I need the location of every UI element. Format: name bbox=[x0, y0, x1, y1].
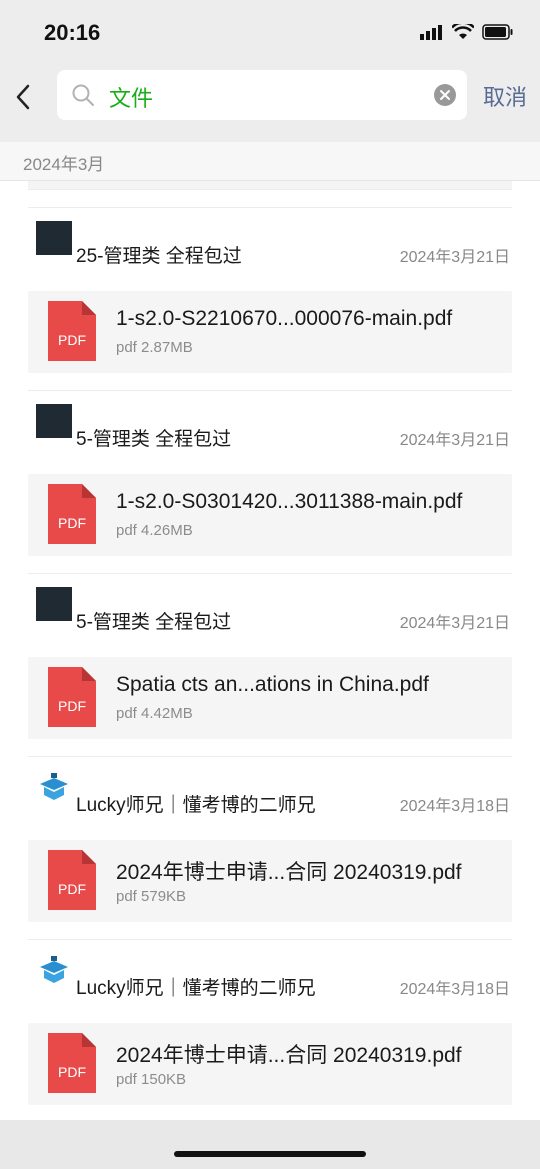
file-meta: pdf 579KB bbox=[116, 888, 187, 905]
wifi-icon bbox=[452, 24, 474, 39]
home-indicator[interactable] bbox=[174, 1151, 366, 1157]
sender-name: 5-管理类 全程包过 bbox=[76, 429, 232, 450]
list-item[interactable]: Lucky师兄｜懂考博的二师兄 2024年3月18日 PDF 2024年博士申请… bbox=[0, 939, 540, 1122]
pdf-file-icon: PDF bbox=[48, 301, 96, 361]
file-name: Spatia cts an...ations in China.pdf bbox=[116, 673, 429, 696]
file-name: 2024年博士申请...合同 20240319.pdf bbox=[116, 861, 462, 884]
bottom-bar bbox=[0, 1120, 540, 1169]
avatar[interactable] bbox=[36, 404, 72, 438]
month-section-header: 2024年3月 bbox=[0, 142, 540, 181]
chevron-left-icon bbox=[16, 84, 30, 110]
back-button[interactable] bbox=[10, 80, 38, 114]
svg-text:PDF: PDF bbox=[58, 332, 86, 348]
status-bar: 20:16 bbox=[0, 0, 540, 62]
book-logo-icon bbox=[40, 956, 68, 983]
book-logo-icon bbox=[40, 773, 68, 800]
pdf-file-icon: PDF bbox=[48, 1033, 96, 1093]
date-label: 2024年3月21日 bbox=[399, 615, 510, 632]
file-card[interactable]: PDF 2024年博士申请...合同 20240319.pdf pdf 579K… bbox=[28, 840, 512, 922]
avatar[interactable] bbox=[36, 221, 72, 255]
date-label: 2024年3月18日 bbox=[399, 798, 510, 815]
month-label: 2024年3月 bbox=[23, 155, 105, 174]
file-name: 1-s2.0-S0301420...3011388-main.pdf bbox=[116, 490, 463, 513]
sender-name: 25-管理类 全程包过 bbox=[76, 246, 242, 267]
svg-text:PDF: PDF bbox=[58, 698, 86, 714]
svg-text:PDF: PDF bbox=[58, 515, 86, 531]
sender-name: Lucky师兄｜懂考博的二师兄 bbox=[76, 795, 316, 816]
file-meta: pdf 150KB bbox=[116, 1071, 187, 1088]
date-label: 2024年3月21日 bbox=[399, 249, 510, 266]
svg-text:PDF: PDF bbox=[58, 881, 86, 897]
previous-item-stub bbox=[28, 181, 512, 190]
file-card[interactable]: PDF 2024年博士申请...合同 20240319.pdf pdf 150K… bbox=[28, 1023, 512, 1105]
divider bbox=[28, 939, 512, 940]
pdf-file-icon: PDF bbox=[48, 850, 96, 910]
pdf-file-icon: PDF bbox=[48, 667, 96, 727]
list-item[interactable]: Lucky师兄｜懂考博的二师兄 2024年3月18日 PDF 2024年博士申请… bbox=[0, 756, 540, 939]
cancel-button[interactable]: 取消 bbox=[483, 80, 527, 112]
date-label: 2024年3月18日 bbox=[399, 981, 510, 998]
divider bbox=[28, 573, 512, 574]
search-icon bbox=[72, 84, 94, 106]
divider bbox=[28, 756, 512, 757]
sender-name: 5-管理类 全程包过 bbox=[76, 612, 232, 633]
list-item[interactable]: 25-管理类 全程包过 2024年3月21日 PDF 1-s2.0-S22106… bbox=[0, 207, 540, 390]
pdf-file-icon: PDF bbox=[48, 484, 96, 544]
file-name: 2024年博士申请...合同 20240319.pdf bbox=[116, 1044, 462, 1067]
date-label: 2024年3月21日 bbox=[399, 432, 510, 449]
avatar[interactable] bbox=[36, 770, 72, 804]
file-card[interactable]: PDF 1-s2.0-S0301420...3011388-main.pdf p… bbox=[28, 474, 512, 556]
signal-icon bbox=[420, 25, 442, 40]
sender-name: Lucky师兄｜懂考博的二师兄 bbox=[76, 978, 316, 999]
clear-icon[interactable] bbox=[433, 83, 457, 107]
file-card[interactable]: PDF Spatia cts an...ations in China.pdf … bbox=[28, 657, 512, 739]
file-card[interactable]: PDF 1-s2.0-S2210670...000076-main.pdf pd… bbox=[28, 291, 512, 373]
list-item[interactable]: 5-管理类 全程包过 2024年3月21日 PDF Spatia cts an.… bbox=[0, 573, 540, 756]
search-query[interactable]: 文件 bbox=[109, 81, 153, 113]
divider bbox=[28, 207, 512, 208]
file-name: 1-s2.0-S2210670...000076-main.pdf bbox=[116, 307, 453, 330]
svg-text:PDF: PDF bbox=[58, 1064, 86, 1080]
status-icons bbox=[420, 24, 514, 40]
battery-icon bbox=[482, 24, 513, 40]
avatar[interactable] bbox=[36, 953, 72, 987]
status-time: 20:16 bbox=[44, 20, 101, 45]
file-meta: pdf 4.26MB bbox=[116, 522, 193, 539]
file-meta: pdf 2.87MB bbox=[116, 339, 193, 356]
divider bbox=[28, 390, 512, 391]
file-meta: pdf 4.42MB bbox=[116, 705, 193, 722]
search-nav-bar: 文件 取消 bbox=[0, 62, 540, 142]
list-item[interactable]: 5-管理类 全程包过 2024年3月21日 PDF 1-s2.0-S030142… bbox=[0, 390, 540, 573]
search-input[interactable]: 文件 bbox=[57, 70, 467, 120]
avatar[interactable] bbox=[36, 587, 72, 621]
